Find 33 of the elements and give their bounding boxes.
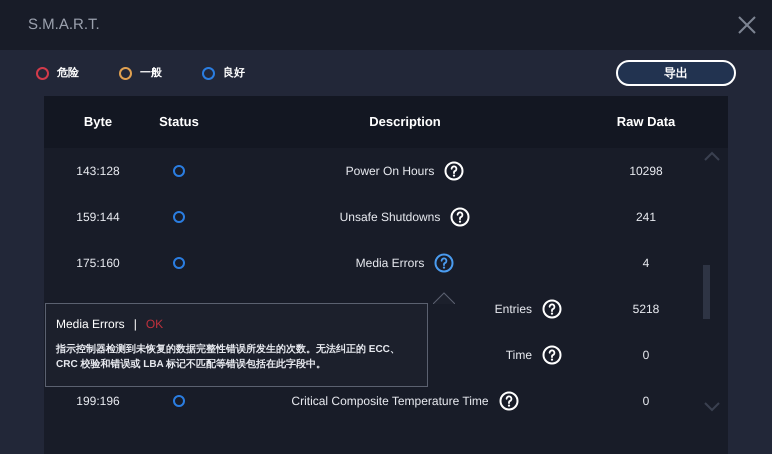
description-cell-text: Entries [494,301,532,318]
tooltip-status: OK [146,316,164,333]
window-title: S.M.A.R.T. [28,14,100,35]
close-icon[interactable] [738,16,756,34]
raw-data-cell-text: 5218 [632,301,660,318]
byte-cell: 175:160 [76,256,120,270]
column-header: Description [368,113,442,132]
description-cell-text: Power On Hours [346,163,434,180]
description-cell-text: Critical Composite Temperature Time [291,393,489,410]
column-header: Status [158,113,200,132]
help-icon[interactable] [434,253,454,273]
raw-data-cell-text: 10298 [628,163,664,180]
tooltip-text: 指示控制器检测到未恢复的数据完整性错误所发生的次数。无法纠正的 ECC、CRC 校验和错误或 LBA 标记不匹配等错误包括在此字段中。 [56,342,401,372]
column-header: Raw Data [616,113,676,132]
legend-label: 良好 [223,66,245,81]
legend-label: 危险 [57,66,79,81]
byte-cell: 199:196 [76,394,120,408]
column-header: Byte [82,113,114,132]
description-cell-text: Media Errors [356,255,424,272]
description-cell-text: Unsafe Shutdowns [340,209,440,226]
raw-data-cell-text: 0 [642,347,650,364]
raw-data-cell-text: 0 [642,393,650,410]
tooltip-separator: | [134,316,137,333]
description-cell-text: Time [506,347,532,364]
legend-label: 一般 [140,66,162,81]
tooltip-title: Media Errors [56,316,125,333]
raw-data-cell-text: 241 [634,209,658,226]
scrollbar-thumb[interactable] [703,265,710,319]
byte-cell: 159:144 [76,210,120,224]
byte-cell: 143:128 [76,164,120,178]
export-button[interactable]: 导出 [616,60,736,86]
raw-data-cell-text: 4 [642,255,650,272]
tooltip-pointer [433,292,455,304]
